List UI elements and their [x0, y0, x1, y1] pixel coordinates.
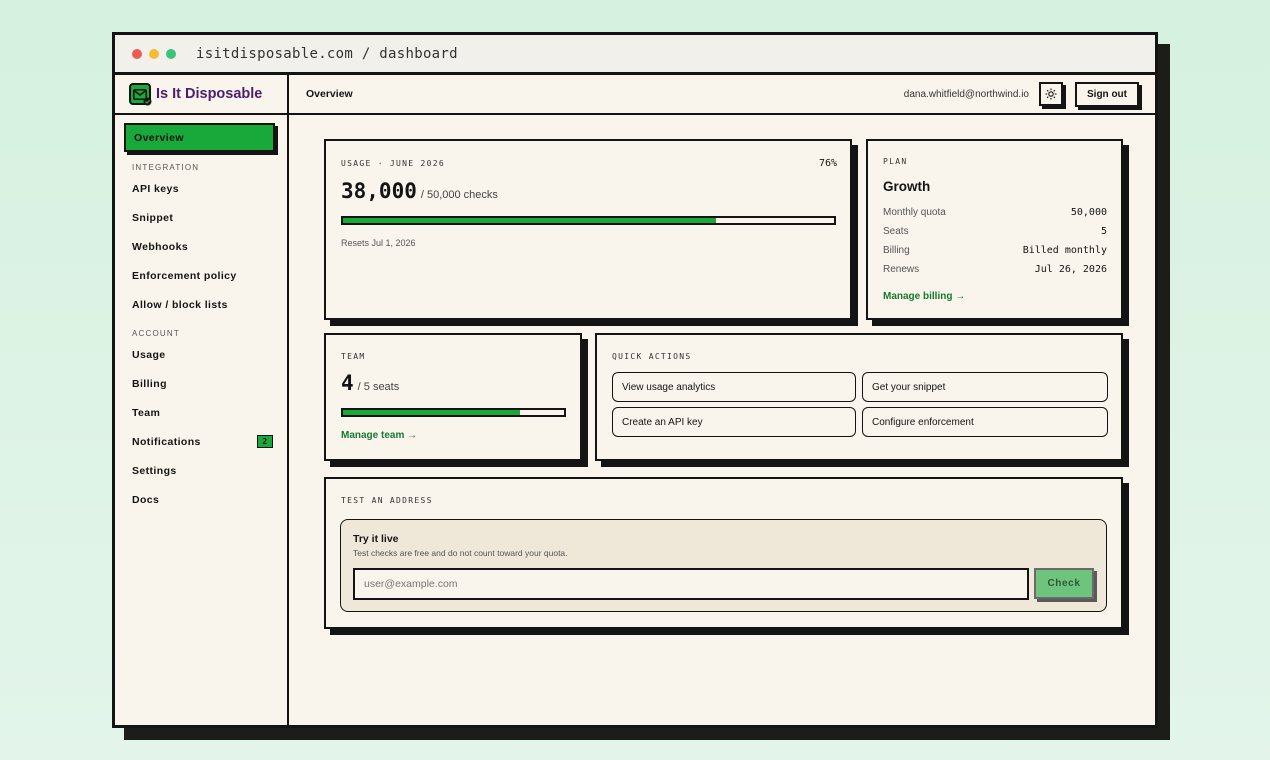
minimize-window-dot[interactable]: [149, 48, 159, 59]
get-snippet-button[interactable]: Get your snippet: [862, 372, 1108, 402]
brand[interactable]: Is It Disposable: [115, 75, 287, 115]
plan-name: Growth: [883, 179, 931, 194]
sidebar-item-docs[interactable]: Docs: [124, 485, 279, 514]
plan-row-renews: Renews Jul 26, 2026: [883, 260, 1107, 279]
plan-row-key: Seats: [883, 226, 909, 237]
create-api-key-button[interactable]: Create an API key: [612, 407, 856, 437]
plan-card: PLAN Growth Monthly quota 50,000 Seats 5 B…: [866, 139, 1123, 320]
address-bar[interactable]: isitdisposable.com / dashboard: [196, 46, 458, 62]
plan-row-key: Renews: [883, 264, 920, 275]
browser-window: isitdisposable.com / dashboard Is It Dis…: [112, 32, 1158, 728]
sun-icon: [1045, 88, 1057, 100]
plan-details: Monthly quota 50,000 Seats 5 Billing Billed…: [883, 203, 1107, 279]
test-address-label: TEST AN ADDRESS: [341, 496, 433, 505]
page-title: Overview: [306, 88, 353, 100]
theme-toggle-button[interactable]: [1039, 82, 1063, 106]
plan-row-seats: Seats 5: [883, 222, 1107, 241]
try-it-live-title: Try it live: [353, 533, 399, 545]
plan-row-key: Billing: [883, 245, 910, 256]
usage-progress-bar: [341, 216, 836, 225]
plan-row-quota: Monthly quota 50,000: [883, 203, 1107, 222]
try-it-live-subtitle: Test checks are free and do not count to…: [353, 548, 568, 558]
plan-row-value: 5: [1100, 226, 1107, 237]
team-unit: / 5 seats: [357, 381, 400, 393]
usage-card: USAGE · JUNE 2026 76% 38,000 / 50,000 ch…: [324, 139, 852, 320]
email-test-input[interactable]: [353, 568, 1029, 600]
sidebar-item-snippet[interactable]: Snippet: [124, 203, 279, 232]
mail-check-icon: [129, 83, 152, 106]
browser-titlebar: isitdisposable.com / dashboard: [115, 35, 1155, 75]
usage-unit: / 50,000 checks: [420, 189, 498, 201]
sidebar-item-label: Notifications: [132, 435, 201, 448]
sidebar-item-settings[interactable]: Settings: [124, 456, 279, 485]
plan-label: PLAN: [883, 157, 908, 166]
configure-enforcement-button[interactable]: Configure enforcement: [862, 407, 1108, 437]
sidebar-item-overview[interactable]: Overview: [124, 123, 275, 152]
team-card: TEAM 4 / 5 seats Manage team →: [324, 333, 582, 461]
view-usage-analytics-button[interactable]: View usage analytics: [612, 372, 856, 402]
manage-billing-link[interactable]: Manage billing →: [883, 291, 965, 302]
check-button[interactable]: Check: [1034, 568, 1094, 599]
sidebar-item-notifications[interactable]: Notifications 2: [124, 427, 279, 456]
nav-section-account: ACCOUNT: [132, 329, 180, 338]
sidebar-item-webhooks[interactable]: Webhooks: [124, 232, 279, 261]
plan-row-billing: Billing Billed monthly: [883, 241, 1107, 260]
quick-actions-card: QUICK ACTIONS View usage analytics Get y…: [595, 333, 1123, 461]
usage-reset-date: Resets Jul 1, 2026: [341, 238, 416, 248]
nav-section-integration: INTEGRATION: [132, 163, 200, 172]
plan-row-value: Billed monthly: [1022, 245, 1107, 256]
topbar: Overview dana.whitfield@northwind.io Sig…: [289, 75, 1155, 115]
usage-count: 38,000 / 50,000 checks: [341, 179, 498, 203]
sidebar-item-billing[interactable]: Billing: [124, 369, 279, 398]
sidebar-item-allow-block-lists[interactable]: Allow / block lists: [124, 290, 279, 319]
sidebar-item-team[interactable]: Team: [124, 398, 279, 427]
plan-row-value: Jul 26, 2026: [1034, 264, 1107, 275]
team-value: 4: [341, 371, 354, 395]
user-email: dana.whitfield@northwind.io: [903, 88, 1029, 100]
test-address-card: TEST AN ADDRESS Try it live Test checks …: [324, 477, 1123, 629]
team-progress-fill: [343, 410, 520, 415]
sidebar: Is It Disposable Overview INTEGRATION AP…: [115, 75, 289, 725]
quick-actions-label: QUICK ACTIONS: [612, 352, 692, 361]
sidebar-item-enforcement-policy[interactable]: Enforcement policy: [124, 261, 279, 290]
sidebar-nav: Overview INTEGRATION API keys Snippet We…: [115, 115, 287, 514]
usage-percent: 76%: [818, 158, 837, 169]
close-window-dot[interactable]: [132, 48, 142, 59]
team-count: 4 / 5 seats: [341, 371, 399, 395]
manage-team-link[interactable]: Manage team →: [341, 430, 417, 441]
sign-out-button[interactable]: Sign out: [1075, 82, 1139, 107]
sidebar-item-usage[interactable]: Usage: [124, 340, 279, 369]
plan-row-key: Monthly quota: [883, 207, 946, 218]
team-label: TEAM: [341, 352, 366, 361]
usage-value: 38,000: [341, 179, 417, 203]
brand-name: Is It Disposable: [156, 86, 263, 102]
team-progress-bar: [341, 408, 566, 417]
sidebar-item-api-keys[interactable]: API keys: [124, 174, 279, 203]
try-it-live-panel: Try it live Test checks are free and do …: [340, 519, 1107, 612]
plan-row-value: 50,000: [1070, 207, 1107, 218]
maximize-window-dot[interactable]: [166, 48, 176, 59]
notifications-badge: 2: [257, 435, 273, 448]
usage-progress-fill: [343, 218, 717, 223]
usage-label: USAGE · JUNE 2026: [341, 159, 445, 168]
